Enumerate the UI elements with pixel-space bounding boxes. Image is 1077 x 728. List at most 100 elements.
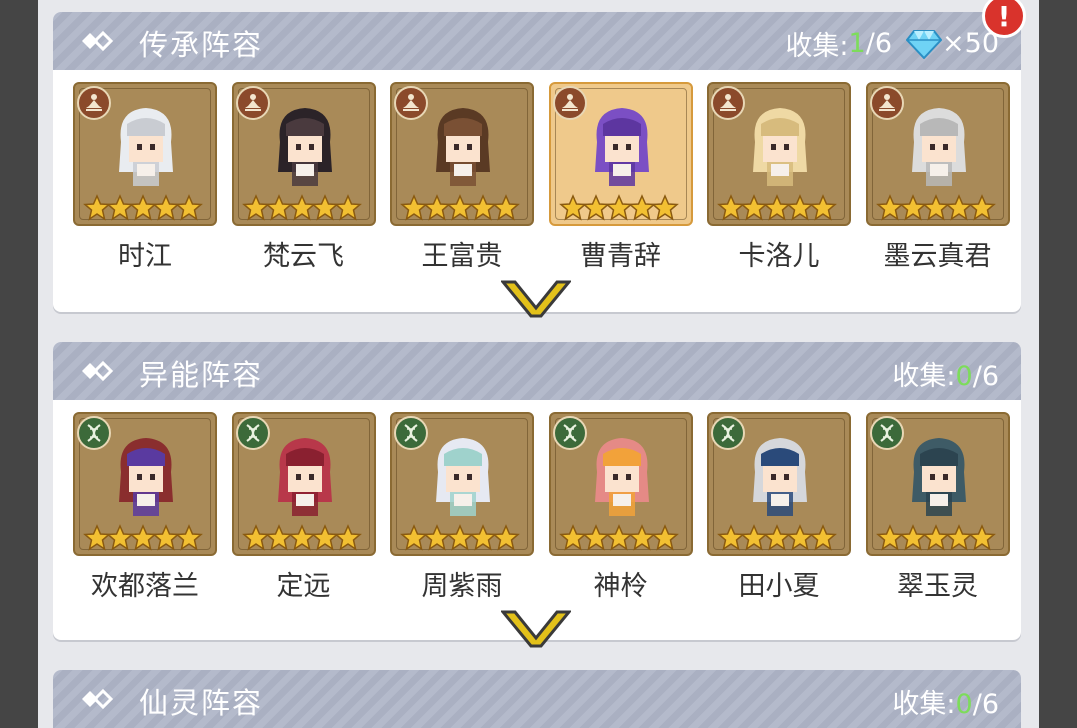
character-portrait[interactable]	[707, 412, 851, 556]
character-sprite	[436, 108, 490, 186]
character-name: 翠玉灵	[897, 571, 978, 602]
character-sprite	[277, 438, 332, 516]
star-rating	[875, 194, 996, 222]
character-card[interactable]: 梵云飞	[231, 82, 380, 273]
character-sprite	[436, 438, 490, 516]
lineup-badge	[552, 416, 587, 450]
star-rating	[83, 194, 203, 222]
star-icon	[492, 524, 520, 551]
star-icon	[967, 194, 996, 221]
expand-chevron-icon[interactable]	[501, 608, 571, 648]
collect-label: 收集:	[892, 361, 956, 392]
collect-status: 收集:0/6	[892, 354, 999, 393]
star-icon	[333, 194, 362, 221]
star-rating	[83, 524, 203, 552]
character-portrait[interactable]	[231, 82, 376, 226]
star-icon	[175, 524, 203, 551]
character-portrait[interactable]	[865, 412, 1010, 556]
character-sprite	[753, 438, 807, 516]
meditation-icon	[403, 94, 419, 111]
lineup-badge	[869, 416, 904, 450]
character-card[interactable]: 王富贵	[390, 82, 538, 273]
background-left	[0, 0, 38, 728]
character-card[interactable]: 曹青辞	[548, 82, 697, 273]
character-sprite	[753, 108, 807, 186]
character-name: 王富贵	[421, 241, 503, 272]
lineup-panel[interactable]: 传承阵容 收集: 1 /6 ×50 时江 梵云飞 王富贵 曹青辞 卡洛儿 墨云真君	[38, 0, 1039, 728]
collect-count: 1	[848, 28, 866, 59]
character-portrait[interactable]	[390, 412, 534, 556]
character-card[interactable]: 神柃	[548, 412, 697, 603]
character-portrait[interactable]	[548, 82, 693, 226]
character-portrait[interactable]	[707, 82, 851, 226]
diamond-arrow-icon	[82, 688, 113, 710]
lineup-badge	[235, 416, 270, 450]
character-sprite	[911, 438, 966, 516]
character-card[interactable]: 田小夏	[707, 412, 855, 603]
character-sprite	[119, 108, 173, 186]
lineup-badge	[869, 86, 904, 120]
expand-chevron-icon[interactable]	[501, 278, 571, 318]
character-name: 时江	[118, 241, 172, 272]
star-icon	[967, 524, 996, 551]
character-name: 欢都落兰	[91, 571, 199, 602]
character-portrait[interactable]	[231, 412, 376, 556]
star-rating	[875, 524, 996, 552]
dna-icon	[879, 424, 894, 442]
dna-icon	[245, 424, 260, 442]
character-card[interactable]: 周紫雨	[390, 412, 538, 603]
card-grid: 欢都落兰 定远 周紫雨 神柃 田小夏 翠玉灵	[73, 412, 1013, 602]
character-card[interactable]: 墨云真君	[865, 82, 1014, 273]
meditation-icon	[244, 94, 261, 111]
star-icon	[175, 194, 203, 221]
lineup-badge	[711, 416, 745, 450]
meditation-icon	[86, 94, 102, 111]
character-card[interactable]: 欢都落兰	[73, 412, 221, 603]
character-card[interactable]: 时江	[73, 82, 221, 273]
character-card[interactable]: 定远	[231, 412, 380, 603]
character-name: 田小夏	[738, 571, 820, 602]
star-rating	[717, 194, 837, 222]
section-header[interactable]: 仙灵阵容 收集:0/6	[53, 670, 1021, 728]
character-portrait[interactable]	[548, 412, 693, 556]
section-spirit-lineup: 仙灵阵容 收集:0/6	[53, 670, 1021, 728]
character-portrait[interactable]	[73, 412, 217, 556]
lineup-badge	[394, 86, 428, 120]
collect-count: 0	[955, 361, 973, 392]
star-rating	[400, 194, 520, 222]
character-name: 神柃	[593, 571, 648, 602]
diamond-icon	[906, 29, 943, 59]
collect-total: /6	[972, 689, 999, 720]
star-icon	[809, 194, 837, 221]
lineup-badge	[77, 416, 111, 450]
character-card[interactable]: 卡洛儿	[707, 82, 855, 273]
star-rating	[558, 194, 679, 222]
character-sprite	[594, 108, 649, 186]
star-rating	[400, 524, 520, 552]
diamond-arrow-icon	[82, 30, 113, 52]
character-portrait[interactable]	[390, 82, 534, 226]
character-sprite	[119, 438, 173, 516]
section-header[interactable]: 传承阵容 收集: 1 /6 ×50	[53, 12, 1021, 70]
dna-icon	[562, 424, 577, 442]
diamond-arrow-icon	[82, 360, 113, 382]
lineup-badge	[77, 86, 111, 120]
section-title: 仙灵阵容	[139, 686, 264, 720]
character-card[interactable]: 翠玉灵	[865, 412, 1014, 603]
character-name: 梵云飞	[263, 241, 344, 272]
collect-label: 收集:	[785, 31, 849, 62]
lineup-badge	[552, 86, 587, 120]
collect-total: /6	[865, 28, 893, 59]
star-rating	[241, 524, 362, 552]
character-portrait[interactable]	[73, 82, 217, 226]
collect-total: /6	[972, 361, 999, 392]
character-portrait[interactable]	[865, 82, 1010, 226]
star-rating	[241, 194, 362, 222]
star-icon	[492, 194, 520, 221]
star-rating	[558, 524, 679, 552]
section-header[interactable]: 异能阵容 收集:0/6	[53, 342, 1021, 400]
collect-status: 收集: 1 /6 ×50	[785, 24, 999, 63]
card-grid: 时江 梵云飞 王富贵 曹青辞 卡洛儿 墨云真君	[73, 82, 1013, 272]
character-sprite	[911, 108, 966, 186]
character-name: 周紫雨	[421, 571, 503, 602]
